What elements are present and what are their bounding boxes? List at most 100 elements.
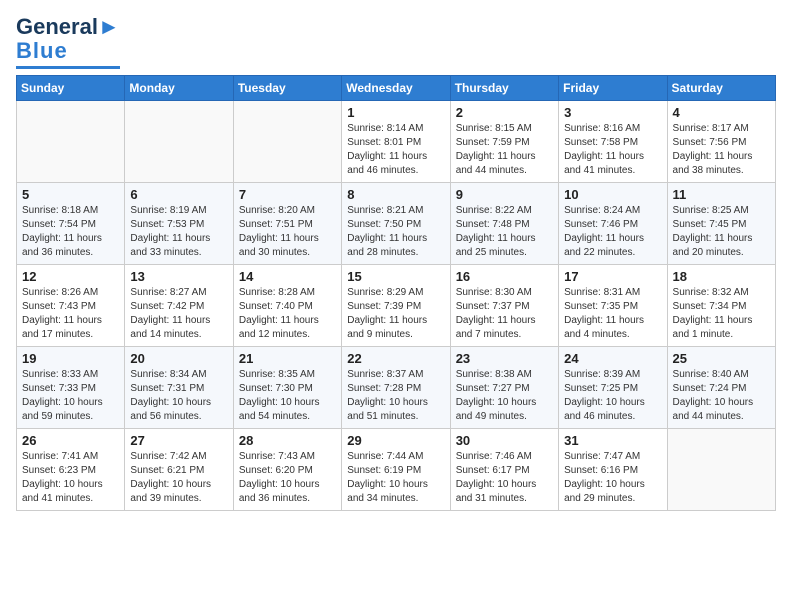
day-number: 19 — [22, 351, 119, 366]
day-number: 23 — [456, 351, 553, 366]
day-info: Sunrise: 8:40 AM Sunset: 7:24 PM Dayligh… — [673, 368, 770, 424]
day-info: Sunrise: 8:21 AM Sunset: 7:50 PM Dayligh… — [347, 204, 444, 260]
calendar-cell: 12 Sunrise: 8:26 AM Sunset: 7:43 PM Dayli… — [17, 265, 125, 347]
calendar-cell: 5 Sunrise: 8:18 AM Sunset: 7:54 PM Daylig… — [17, 183, 125, 265]
calendar-week-row: 5 Sunrise: 8:18 AM Sunset: 7:54 PM Daylig… — [17, 183, 776, 265]
day-info: Sunrise: 8:33 AM Sunset: 7:33 PM Dayligh… — [22, 368, 119, 424]
day-number: 31 — [564, 433, 661, 448]
day-info: Sunrise: 8:25 AM Sunset: 7:45 PM Dayligh… — [673, 204, 770, 260]
day-info: Sunrise: 8:32 AM Sunset: 7:34 PM Dayligh… — [673, 286, 770, 342]
calendar-week-row: 19 Sunrise: 8:33 AM Sunset: 7:33 PM Dayli… — [17, 347, 776, 429]
calendar-cell: 20 Sunrise: 8:34 AM Sunset: 7:31 PM Dayli… — [125, 347, 233, 429]
day-info: Sunrise: 8:18 AM Sunset: 7:54 PM Dayligh… — [22, 204, 119, 260]
calendar-cell: 24Sunrise: 8:39 AM Sunset: 7:25 PM Dayli… — [559, 347, 667, 429]
weekday-header-friday: Friday — [559, 76, 667, 101]
day-number: 14 — [239, 269, 336, 284]
day-number: 9 — [456, 187, 553, 202]
weekday-header-tuesday: Tuesday — [233, 76, 341, 101]
day-info: Sunrise: 7:47 AM Sunset: 6:16 PM Dayligh… — [564, 450, 661, 506]
day-number: 5 — [22, 187, 119, 202]
day-info: Sunrise: 7:43 AM Sunset: 6:20 PM Dayligh… — [239, 450, 336, 506]
day-info: Sunrise: 8:24 AM Sunset: 7:46 PM Dayligh… — [564, 204, 661, 260]
day-info: Sunrise: 7:42 AM Sunset: 6:21 PM Dayligh… — [130, 450, 227, 506]
day-number: 29 — [347, 433, 444, 448]
calendar-cell: 30 Sunrise: 7:46 AM Sunset: 6:17 PM Dayli… — [450, 429, 558, 511]
calendar-cell: 16 Sunrise: 8:30 AM Sunset: 7:37 PM Dayli… — [450, 265, 558, 347]
day-number: 4 — [673, 105, 770, 120]
calendar-cell — [667, 429, 775, 511]
day-info: Sunrise: 8:35 AM Sunset: 7:30 PM Dayligh… — [239, 368, 336, 424]
calendar-cell: 22Sunrise: 8:37 AM Sunset: 7:28 PM Dayli… — [342, 347, 450, 429]
day-info: Sunrise: 7:41 AM Sunset: 6:23 PM Dayligh… — [22, 450, 119, 506]
weekday-header-wednesday: Wednesday — [342, 76, 450, 101]
calendar-cell: 23 Sunrise: 8:38 AM Sunset: 7:27 PM Dayli… — [450, 347, 558, 429]
calendar-cell — [17, 101, 125, 183]
day-info: Sunrise: 8:22 AM Sunset: 7:48 PM Dayligh… — [456, 204, 553, 260]
logo-text: General► — [16, 16, 120, 38]
calendar-cell: 6 Sunrise: 8:19 AM Sunset: 7:53 PM Daylig… — [125, 183, 233, 265]
day-info: Sunrise: 8:27 AM Sunset: 7:42 PM Dayligh… — [130, 286, 227, 342]
calendar-cell: 27 Sunrise: 7:42 AM Sunset: 6:21 PM Dayli… — [125, 429, 233, 511]
day-info: Sunrise: 8:17 AM Sunset: 7:56 PM Dayligh… — [673, 122, 770, 178]
calendar-cell: 8Sunrise: 8:21 AM Sunset: 7:50 PM Daylig… — [342, 183, 450, 265]
day-info: Sunrise: 8:19 AM Sunset: 7:53 PM Dayligh… — [130, 204, 227, 260]
day-info: Sunrise: 7:46 AM Sunset: 6:17 PM Dayligh… — [456, 450, 553, 506]
logo-blue: Blue — [16, 38, 68, 64]
calendar-cell: 25Sunrise: 8:40 AM Sunset: 7:24 PM Dayli… — [667, 347, 775, 429]
day-info: Sunrise: 8:31 AM Sunset: 7:35 PM Dayligh… — [564, 286, 661, 342]
calendar-cell — [233, 101, 341, 183]
day-number: 18 — [673, 269, 770, 284]
day-number: 7 — [239, 187, 336, 202]
page-header: General► Blue — [16, 16, 776, 69]
calendar-cell: 21 Sunrise: 8:35 AM Sunset: 7:30 PM Dayli… — [233, 347, 341, 429]
day-number: 12 — [22, 269, 119, 284]
day-info: Sunrise: 8:30 AM Sunset: 7:37 PM Dayligh… — [456, 286, 553, 342]
calendar-week-row: 1Sunrise: 8:14 AM Sunset: 8:01 PM Daylig… — [17, 101, 776, 183]
day-number: 30 — [456, 433, 553, 448]
calendar-cell: 3 Sunrise: 8:16 AM Sunset: 7:58 PM Daylig… — [559, 101, 667, 183]
weekday-header-thursday: Thursday — [450, 76, 558, 101]
calendar-cell: 10 Sunrise: 8:24 AM Sunset: 7:46 PM Dayli… — [559, 183, 667, 265]
weekday-header-row: SundayMondayTuesdayWednesdayThursdayFrid… — [17, 76, 776, 101]
day-info: Sunrise: 8:20 AM Sunset: 7:51 PM Dayligh… — [239, 204, 336, 260]
day-info: Sunrise: 8:26 AM Sunset: 7:43 PM Dayligh… — [22, 286, 119, 342]
day-number: 26 — [22, 433, 119, 448]
day-number: 11 — [673, 187, 770, 202]
weekday-header-sunday: Sunday — [17, 76, 125, 101]
logo: General► Blue — [16, 16, 120, 69]
day-info: Sunrise: 8:16 AM Sunset: 7:58 PM Dayligh… — [564, 122, 661, 178]
calendar-cell: 1Sunrise: 8:14 AM Sunset: 8:01 PM Daylig… — [342, 101, 450, 183]
weekday-header-saturday: Saturday — [667, 76, 775, 101]
calendar-cell: 9 Sunrise: 8:22 AM Sunset: 7:48 PM Daylig… — [450, 183, 558, 265]
calendar-week-row: 26 Sunrise: 7:41 AM Sunset: 6:23 PM Dayli… — [17, 429, 776, 511]
day-info: Sunrise: 8:38 AM Sunset: 7:27 PM Dayligh… — [456, 368, 553, 424]
day-number: 20 — [130, 351, 227, 366]
calendar-cell — [125, 101, 233, 183]
day-number: 21 — [239, 351, 336, 366]
day-number: 15 — [347, 269, 444, 284]
weekday-header-monday: Monday — [125, 76, 233, 101]
day-number: 13 — [130, 269, 227, 284]
calendar-cell: 28Sunrise: 7:43 AM Sunset: 6:20 PM Dayli… — [233, 429, 341, 511]
calendar-cell: 18 Sunrise: 8:32 AM Sunset: 7:34 PM Dayli… — [667, 265, 775, 347]
calendar-cell: 13 Sunrise: 8:27 AM Sunset: 7:42 PM Dayli… — [125, 265, 233, 347]
day-number: 16 — [456, 269, 553, 284]
logo-underline — [16, 66, 120, 69]
calendar-cell: 7 Sunrise: 8:20 AM Sunset: 7:51 PM Daylig… — [233, 183, 341, 265]
calendar-cell: 19 Sunrise: 8:33 AM Sunset: 7:33 PM Dayli… — [17, 347, 125, 429]
day-number: 6 — [130, 187, 227, 202]
calendar-cell: 31 Sunrise: 7:47 AM Sunset: 6:16 PM Dayli… — [559, 429, 667, 511]
calendar-cell: 11 Sunrise: 8:25 AM Sunset: 7:45 PM Dayli… — [667, 183, 775, 265]
day-info: Sunrise: 8:34 AM Sunset: 7:31 PM Dayligh… — [130, 368, 227, 424]
calendar-cell: 2Sunrise: 8:15 AM Sunset: 7:59 PM Daylig… — [450, 101, 558, 183]
day-info: Sunrise: 8:28 AM Sunset: 7:40 PM Dayligh… — [239, 286, 336, 342]
day-info: Sunrise: 8:39 AM Sunset: 7:25 PM Dayligh… — [564, 368, 661, 424]
calendar-cell: 29 Sunrise: 7:44 AM Sunset: 6:19 PM Dayli… — [342, 429, 450, 511]
day-number: 2 — [456, 105, 553, 120]
day-number: 1 — [347, 105, 444, 120]
day-info: Sunrise: 7:44 AM Sunset: 6:19 PM Dayligh… — [347, 450, 444, 506]
day-number: 3 — [564, 105, 661, 120]
day-number: 10 — [564, 187, 661, 202]
calendar-cell: 4 Sunrise: 8:17 AM Sunset: 7:56 PM Daylig… — [667, 101, 775, 183]
day-number: 27 — [130, 433, 227, 448]
